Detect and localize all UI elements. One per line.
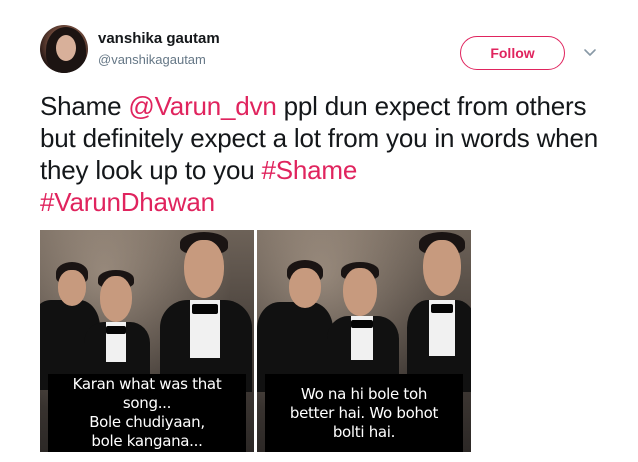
media-image-right[interactable]: Wo na hi bole toh better hai. Wo bohot b… bbox=[257, 230, 471, 452]
hashtag-link[interactable]: #VarunDhawan bbox=[40, 187, 215, 217]
image-caption: Wo na hi bole toh better hai. Wo bohot b… bbox=[265, 374, 463, 452]
image-caption: Karan what was that song... Bole chudiya… bbox=[48, 374, 246, 452]
tweet-media[interactable]: Karan what was that song... Bole chudiya… bbox=[40, 230, 471, 452]
mention-link[interactable]: @Varun_dvn bbox=[128, 91, 276, 121]
tweet-text: Shame @Varun_dvn ppl dun expect from oth… bbox=[40, 90, 610, 218]
user-display-name[interactable]: vanshika gautam bbox=[98, 30, 220, 47]
avatar-face bbox=[56, 35, 76, 61]
follow-button[interactable]: Follow bbox=[460, 36, 565, 70]
media-image-left[interactable]: Karan what was that song... Bole chudiya… bbox=[40, 230, 254, 452]
chevron-down-icon[interactable] bbox=[580, 42, 600, 62]
avatar[interactable] bbox=[40, 25, 88, 73]
user-handle[interactable]: @vanshikagautam bbox=[98, 52, 206, 67]
tweet-text-part: Shame bbox=[40, 91, 129, 121]
hashtag-link[interactable]: #Shame bbox=[261, 155, 357, 185]
